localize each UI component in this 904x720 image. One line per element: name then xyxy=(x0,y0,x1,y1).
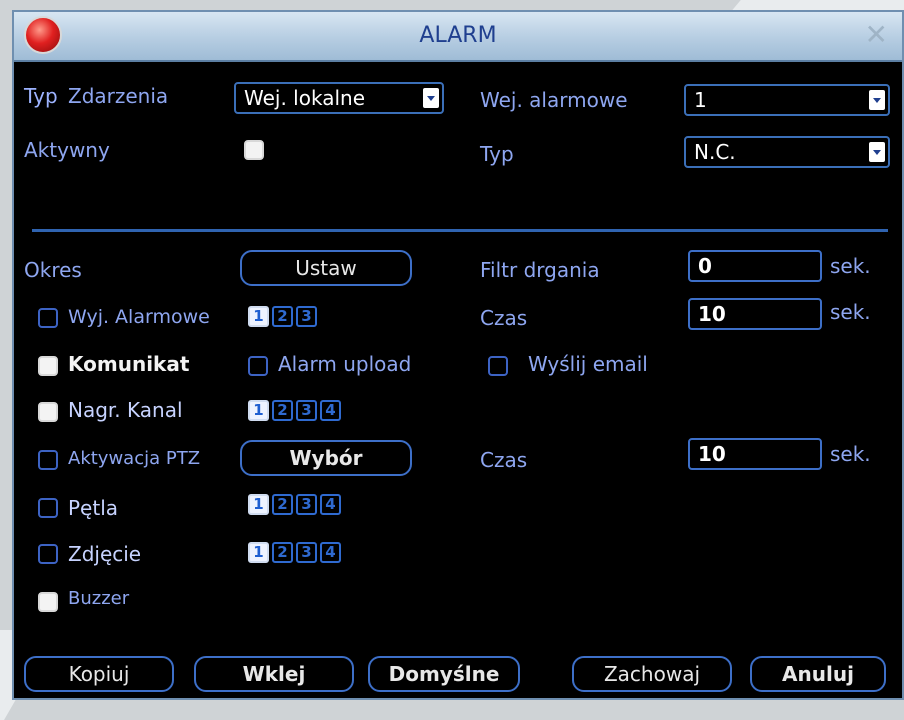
chevron-down-icon xyxy=(423,88,439,108)
alarm-upload-checkbox[interactable] xyxy=(248,356,268,376)
paste-button[interactable]: Wklej xyxy=(194,656,354,692)
input-type-value: N.C. xyxy=(694,140,736,164)
event-type-label-1: Typ xyxy=(24,84,58,108)
ptz-time-label: Czas xyxy=(480,448,528,472)
ptz-label: Aktywacja PTZ xyxy=(68,448,201,469)
snapshot-channel-1[interactable]: 1 xyxy=(248,542,269,563)
message-label: Komunikat xyxy=(68,352,190,376)
chevron-down-icon xyxy=(869,142,885,162)
filter-label: Filtr drgania xyxy=(480,258,600,282)
alarm-output-checkbox[interactable] xyxy=(38,308,58,328)
buzzer-checkbox[interactable] xyxy=(38,592,58,612)
event-type-select[interactable]: Wej. lokalne xyxy=(234,82,444,114)
default-button[interactable]: Domyślne xyxy=(368,656,520,692)
input-type-label: Typ xyxy=(480,142,514,166)
snapshot-channel-4[interactable]: 4 xyxy=(320,542,341,563)
ptz-select-button[interactable]: Wybór xyxy=(240,440,412,476)
send-email-checkbox[interactable] xyxy=(488,356,508,376)
alarm-output-1[interactable]: 1 xyxy=(248,306,269,327)
message-checkbox[interactable] xyxy=(38,356,58,376)
alarm-input-label: Wej. alarmowe xyxy=(480,88,628,112)
filter-input[interactable]: 0 xyxy=(688,250,822,282)
cancel-button[interactable]: Anuluj xyxy=(750,656,886,692)
event-type-label: Typ Zdarzenia xyxy=(24,84,168,108)
event-type-value: Wej. lokalne xyxy=(244,86,365,110)
close-icon[interactable]: ✕ xyxy=(865,18,888,52)
alarm-input-value: 1 xyxy=(694,88,707,112)
snapshot-label: Zdjęcie xyxy=(68,542,142,566)
alarm-output-3[interactable]: 3 xyxy=(296,306,317,327)
tour-channel-4[interactable]: 4 xyxy=(320,494,341,515)
active-checkbox[interactable] xyxy=(244,140,264,160)
record-channel-1[interactable]: 1 xyxy=(248,400,269,421)
ptz-checkbox[interactable] xyxy=(38,450,58,470)
period-label: Okres xyxy=(24,258,82,282)
ptz-time-unit: sek. xyxy=(830,442,871,466)
alarm-output-label: Wyj. Alarmowe xyxy=(68,306,210,328)
ptz-time-input[interactable]: 10 xyxy=(688,438,822,470)
tour-channel-3[interactable]: 3 xyxy=(296,494,317,515)
tour-channel-2[interactable]: 2 xyxy=(272,494,293,515)
title-bar: ALARM ✕ xyxy=(14,12,902,62)
tour-label: Pętla xyxy=(68,496,119,520)
record-label: Nagr. Kanal xyxy=(68,398,183,422)
delay-input[interactable]: 10 xyxy=(688,298,822,330)
delay-unit: sek. xyxy=(830,300,871,324)
record-channel-2[interactable]: 2 xyxy=(272,400,293,421)
tour-channel-1[interactable]: 1 xyxy=(248,494,269,515)
record-channel-3[interactable]: 3 xyxy=(296,400,317,421)
record-checkbox[interactable] xyxy=(38,402,58,422)
period-set-button[interactable]: Ustaw xyxy=(240,250,412,286)
buzzer-label: Buzzer xyxy=(68,588,130,609)
snapshot-channel-2[interactable]: 2 xyxy=(272,542,293,563)
alarm-output-2[interactable]: 2 xyxy=(272,306,293,327)
alarm-input-select[interactable]: 1 xyxy=(684,84,890,116)
tour-checkbox[interactable] xyxy=(38,498,58,518)
snapshot-checkbox[interactable] xyxy=(38,544,58,564)
record-channel-4[interactable]: 4 xyxy=(320,400,341,421)
section-divider xyxy=(32,229,888,232)
filter-unit: sek. xyxy=(830,254,871,278)
event-type-label-2: Zdarzenia xyxy=(68,84,169,108)
snapshot-channel-3[interactable]: 3 xyxy=(296,542,317,563)
alarm-dialog: ALARM ✕ Typ Zdarzenia Wej. lokalne Wej. … xyxy=(12,10,904,700)
copy-button[interactable]: Kopiuj xyxy=(24,656,174,692)
active-label: Aktywny xyxy=(24,138,110,162)
input-type-select[interactable]: N.C. xyxy=(684,136,890,168)
dialog-title: ALARM xyxy=(419,23,497,48)
send-email-label: Wyślij email xyxy=(528,352,648,376)
delay-label: Czas xyxy=(480,306,528,330)
alarm-upload-label: Alarm upload xyxy=(278,352,412,376)
save-button[interactable]: Zachowaj xyxy=(572,656,732,692)
chevron-down-icon xyxy=(869,90,885,110)
